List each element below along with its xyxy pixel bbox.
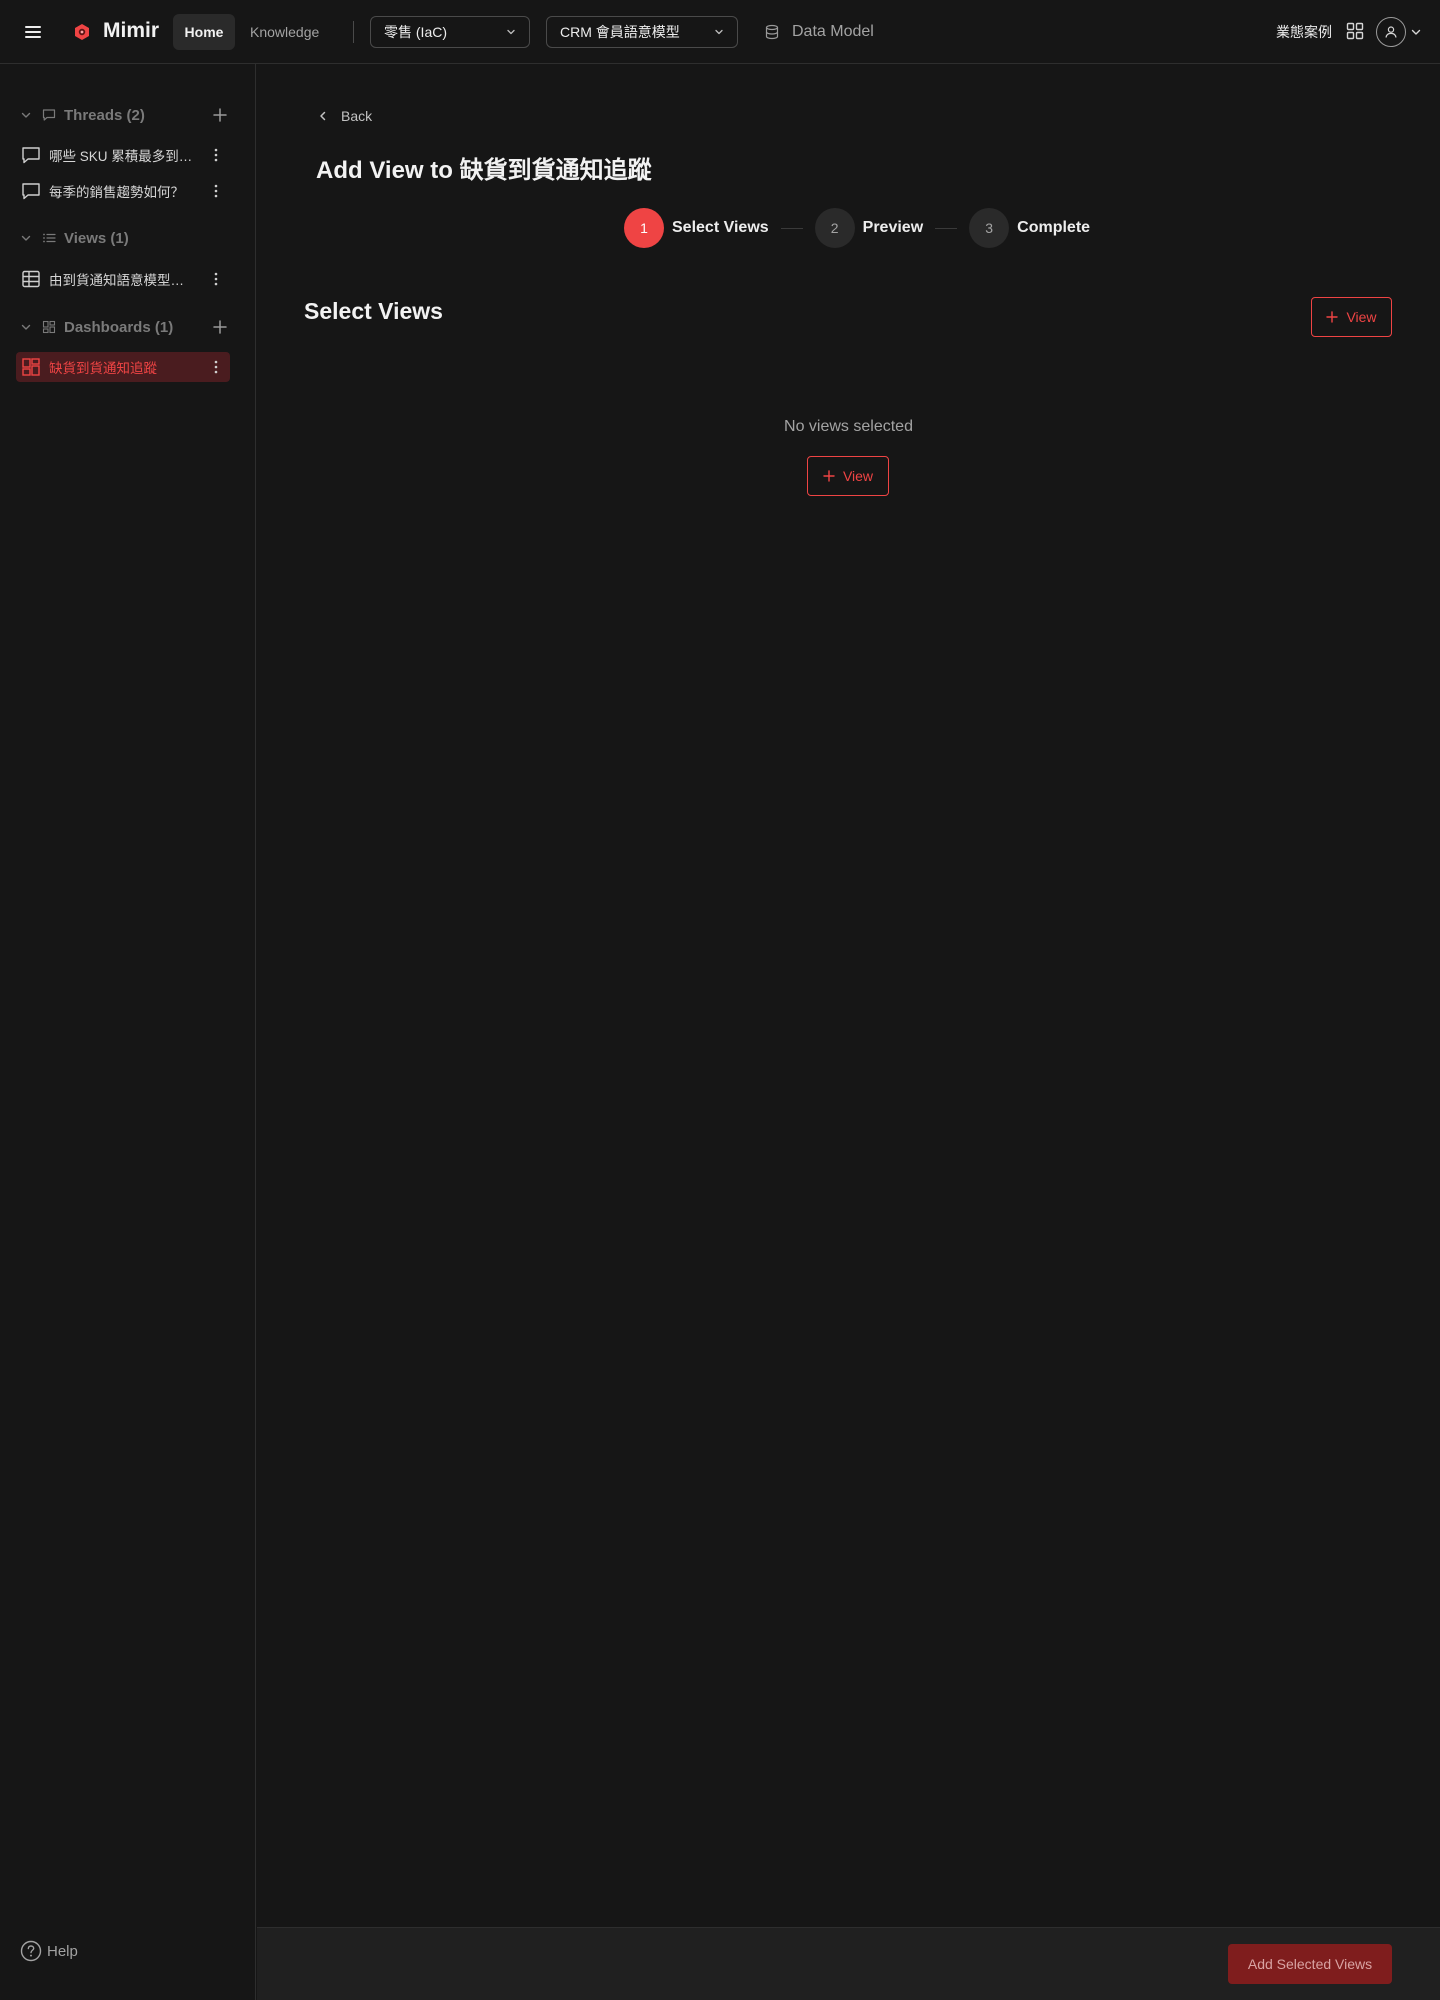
data-model-label: Data Model — [792, 23, 874, 40]
nav-divider — [353, 21, 354, 43]
semantic-model-select[interactable]: CRM 會員語意模型 — [546, 16, 738, 48]
footer-bar: Add Selected Views — [257, 1927, 1440, 2000]
top-bar: Mimir Home Knowledge 零售 (IaC) CRM 會員語意模型… — [0, 0, 1440, 64]
sidebar: Threads (2) 哪些 SKU 累積最多到貨通知？ 每季的銷售趨勢如何？ — [0, 64, 256, 2000]
app-name[interactable]: Mimir — [103, 19, 159, 43]
chevron-down-icon — [715, 29, 723, 35]
help-label: Help — [47, 1942, 78, 1960]
chat-bubble-icon — [22, 147, 40, 164]
apps-grid-icon[interactable] — [1346, 22, 1364, 40]
dashboards-section-header[interactable]: Dashboards (1) — [20, 314, 236, 340]
step-3-circle: 3 — [969, 208, 1010, 248]
plus-icon — [823, 470, 835, 482]
more-vertical-icon[interactable] — [214, 148, 218, 162]
empty-state-add-view-button[interactable]: View — [807, 456, 889, 496]
dashboard-item-active[interactable]: 缺貨到貨通知追蹤 — [16, 352, 230, 382]
nav-home-tab[interactable]: Home — [173, 14, 235, 50]
step-connector — [935, 227, 958, 229]
step-1-label: Select Views — [672, 219, 769, 236]
add-view-button[interactable]: View — [1311, 297, 1392, 337]
view-item-label: 由到貨通知語意模型建立的視圖 — [49, 273, 193, 288]
chevron-down-icon[interactable] — [20, 321, 32, 333]
step-2-circle: 2 — [814, 208, 855, 248]
more-vertical-icon[interactable] — [214, 272, 218, 286]
business-cases-link[interactable]: 業態案例 — [1276, 22, 1332, 42]
chevron-down-icon — [507, 29, 515, 35]
more-vertical-icon[interactable] — [214, 184, 218, 198]
domain-select-value: 零售 (IaC) — [384, 24, 447, 40]
add-selected-views-button[interactable]: Add Selected Views — [1228, 1944, 1392, 1984]
mimir-logo-icon — [75, 24, 89, 40]
data-model-link[interactable]: Data Model — [764, 18, 874, 46]
section-title: Select Views — [304, 298, 443, 324]
add-dashboard-plus-icon[interactable] — [212, 319, 228, 335]
threads-section-title: Threads (2) — [64, 106, 145, 124]
empty-state-text: No views selected — [784, 418, 913, 435]
add-view-button-label: View — [1346, 309, 1377, 325]
help-circle-icon — [20, 1940, 42, 1962]
user-avatar[interactable] — [1376, 17, 1406, 47]
plus-icon — [1326, 311, 1339, 323]
help-link[interactable]: Help — [20, 1940, 78, 1962]
more-vertical-icon[interactable] — [214, 360, 218, 374]
main-content: Back Add View to 缺貨到貨通知追蹤 1 Select Views… — [257, 64, 1440, 2000]
dashboards-section-title: Dashboards (1) — [64, 318, 174, 336]
threads-section-header[interactable]: Threads (2) — [20, 102, 236, 128]
thread-item-label: 每季的銷售趨勢如何？ — [49, 185, 184, 200]
chat-bubble-icon — [22, 183, 40, 200]
dashboard-icon — [42, 320, 56, 334]
menu-icon[interactable] — [22, 21, 44, 43]
views-section-title: Views (1) — [64, 229, 129, 247]
step-1-circle: 1 — [624, 208, 664, 248]
step-connector — [780, 227, 803, 229]
table-icon — [22, 270, 40, 288]
thread-item[interactable]: 每季的銷售趨勢如何？ — [16, 176, 230, 206]
chevron-down-icon[interactable] — [20, 109, 32, 121]
database-icon — [765, 24, 779, 40]
thread-item[interactable]: 哪些 SKU 累積最多到貨通知？ — [16, 140, 230, 170]
empty-state-add-view-label: View — [842, 468, 874, 484]
dashboard-icon — [22, 358, 40, 376]
stepper: 1 Select Views 2 Preview 3 Complete — [624, 208, 1090, 248]
list-icon — [43, 233, 56, 243]
step-3-label: Complete — [1017, 219, 1091, 236]
view-item[interactable]: 由到貨通知語意模型建立的視圖 — [16, 264, 230, 294]
add-thread-plus-icon[interactable] — [212, 107, 228, 123]
chevron-left-icon — [320, 111, 326, 121]
views-section-header[interactable]: Views (1) — [20, 225, 236, 251]
step-2-label: Preview — [862, 219, 924, 236]
dashboard-item-label: 缺貨到貨通知追蹤 — [49, 361, 157, 376]
page-title: Add View to 缺貨到貨通知追蹤 — [316, 157, 652, 184]
domain-select[interactable]: 零售 (IaC) — [370, 16, 530, 48]
thread-item-label: 哪些 SKU 累積最多到貨通知？ — [49, 149, 193, 164]
back-label: Back — [341, 108, 373, 124]
user-icon — [1385, 26, 1397, 38]
back-link[interactable]: Back — [317, 104, 372, 128]
chevron-down-icon[interactable] — [1410, 26, 1422, 38]
chat-bubble-icon — [42, 109, 56, 121]
chevron-down-icon[interactable] — [20, 232, 32, 244]
semantic-model-select-value: CRM 會員語意模型 — [560, 24, 680, 40]
nav-knowledge-tab[interactable]: Knowledge — [244, 14, 325, 50]
